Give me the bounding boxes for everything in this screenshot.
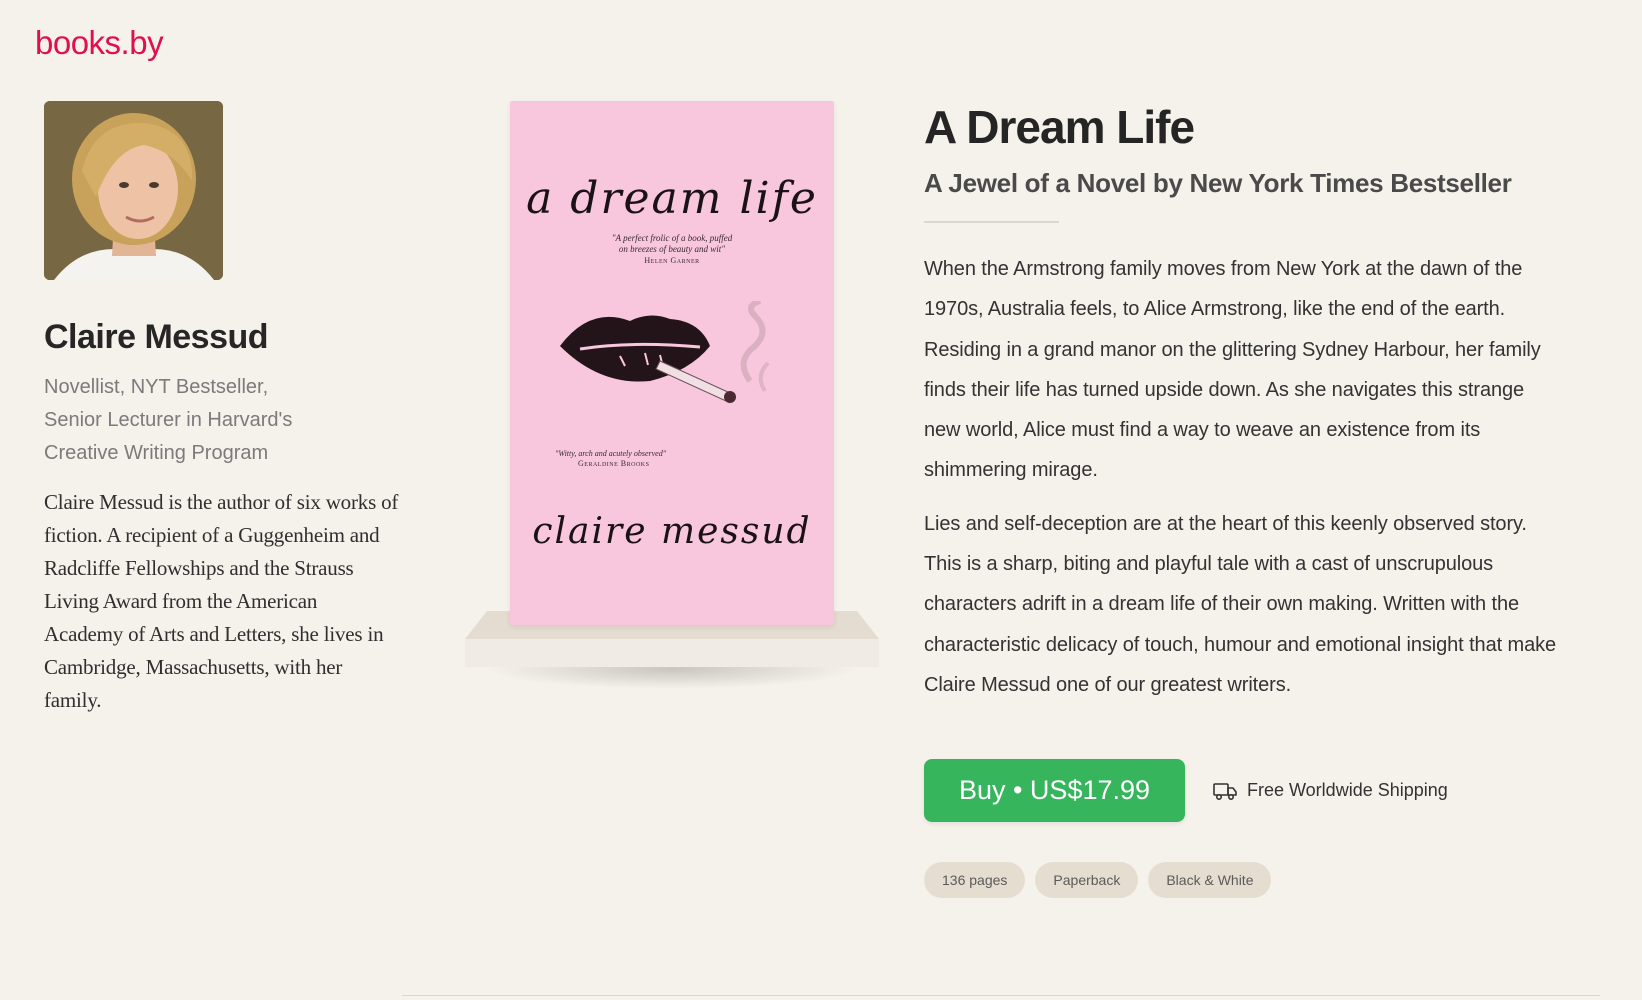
- book-cover[interactable]: a dream life "A perfect frolic of a book…: [510, 101, 834, 625]
- lips-cigarette-illustration: [560, 301, 770, 403]
- title-divider: [924, 221, 1059, 223]
- purchase-row: Buy • US$17.99 Free Worldwide Shipping: [924, 759, 1564, 823]
- cover-author: claire messud: [532, 511, 812, 552]
- description-paragraph: When the Armstrong family moves from New…: [924, 258, 1541, 482]
- shipping-label: Free Worldwide Shipping: [1247, 780, 1448, 801]
- cover-quote: "A perfect frolic of a book, puffed on b…: [611, 233, 733, 254]
- author-avatar: [44, 101, 223, 280]
- shelf-front: [465, 639, 879, 667]
- author-panel: Claire Messud Novellist, NYT Bestseller,…: [44, 101, 404, 717]
- site-logo[interactable]: books.by: [35, 24, 164, 62]
- cover-quote-attribution: Helen Garner: [644, 256, 700, 265]
- cover-quote-2: "Witty, arch and acutely observed": [555, 449, 667, 458]
- book-tags: 136 pages Paperback Black & White: [924, 862, 1564, 899]
- buy-button[interactable]: Buy • US$17.99: [924, 759, 1185, 823]
- author-bio: Claire Messud is the author of six works…: [44, 490, 399, 712]
- book-title: A Dream Life: [924, 101, 1195, 153]
- tag-print: Black & White: [1148, 862, 1272, 899]
- tag-format: Paperback: [1035, 862, 1139, 899]
- author-role: Novellist, NYT Bestseller, Senior Lectur…: [44, 376, 293, 464]
- cover-title: a dream life: [526, 173, 818, 224]
- footer-divider: [402, 995, 1600, 996]
- book-display: a dream life "A perfect frolic of a book…: [465, 101, 879, 701]
- truck-icon: [1213, 782, 1237, 800]
- shipping-info: Free Worldwide Shipping: [1213, 780, 1448, 801]
- cover-quote-2-attribution: Geraldine Brooks: [578, 459, 650, 468]
- author-name: Claire Messud: [44, 318, 269, 356]
- tag-pages: 136 pages: [924, 862, 1026, 899]
- book-description: When the Armstrong family moves from New…: [924, 249, 1564, 705]
- description-paragraph: Lies and self-deception are at the heart…: [924, 512, 1557, 696]
- book-details: A Dream Life A Jewel of a Novel by New Y…: [924, 100, 1564, 899]
- book-subtitle: A Jewel of a Novel by New York Times Bes…: [924, 168, 1512, 198]
